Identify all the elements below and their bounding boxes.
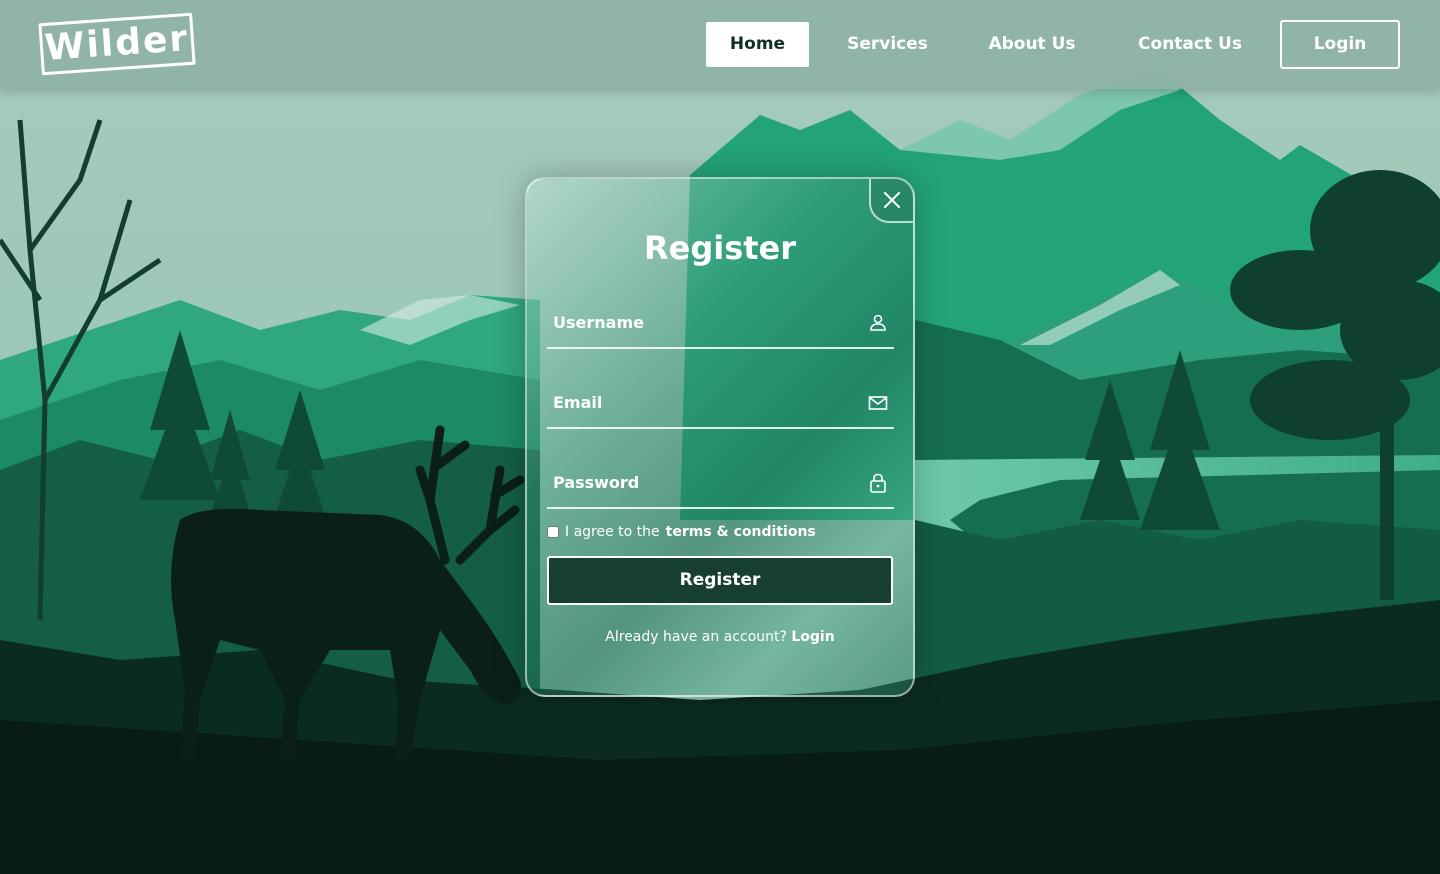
nav-contact-us[interactable]: Contact Us (1120, 22, 1260, 67)
login-prompt-text: Already have an account? (605, 629, 787, 645)
lock-icon (870, 473, 886, 493)
top-navbar: Wilder Home Services About Us Contact Us… (0, 0, 1440, 89)
nav-about-us[interactable]: About Us (972, 22, 1092, 67)
username-input[interactable] (547, 299, 857, 347)
register-modal: Register Username Email Password I agree… (525, 177, 915, 697)
close-icon (884, 192, 900, 208)
close-button[interactable] (869, 179, 913, 223)
username-field[interactable]: Username (547, 299, 894, 349)
login-prompt: Already have an account? Login (527, 629, 913, 645)
password-input[interactable] (547, 459, 857, 507)
terms-checkbox[interactable] (547, 526, 559, 538)
email-field[interactable]: Email (547, 379, 894, 429)
register-button[interactable]: Register (547, 556, 893, 605)
user-icon (870, 314, 886, 331)
nav-login-button[interactable]: Login (1280, 20, 1400, 69)
mail-icon (868, 396, 888, 410)
terms-agreement: I agree to the terms & conditions (547, 522, 816, 542)
main-nav: Home Services About Us Contact Us Login (0, 20, 1440, 69)
password-field[interactable]: Password (547, 459, 894, 509)
register-title: Register (643, 229, 797, 267)
nav-services[interactable]: Services (830, 22, 945, 67)
terms-link[interactable]: terms & conditions (666, 524, 816, 540)
email-input[interactable] (547, 379, 857, 427)
nav-home[interactable]: Home (706, 22, 809, 67)
terms-prefix: I agree to the (565, 524, 660, 540)
login-link[interactable]: Login (791, 629, 834, 645)
